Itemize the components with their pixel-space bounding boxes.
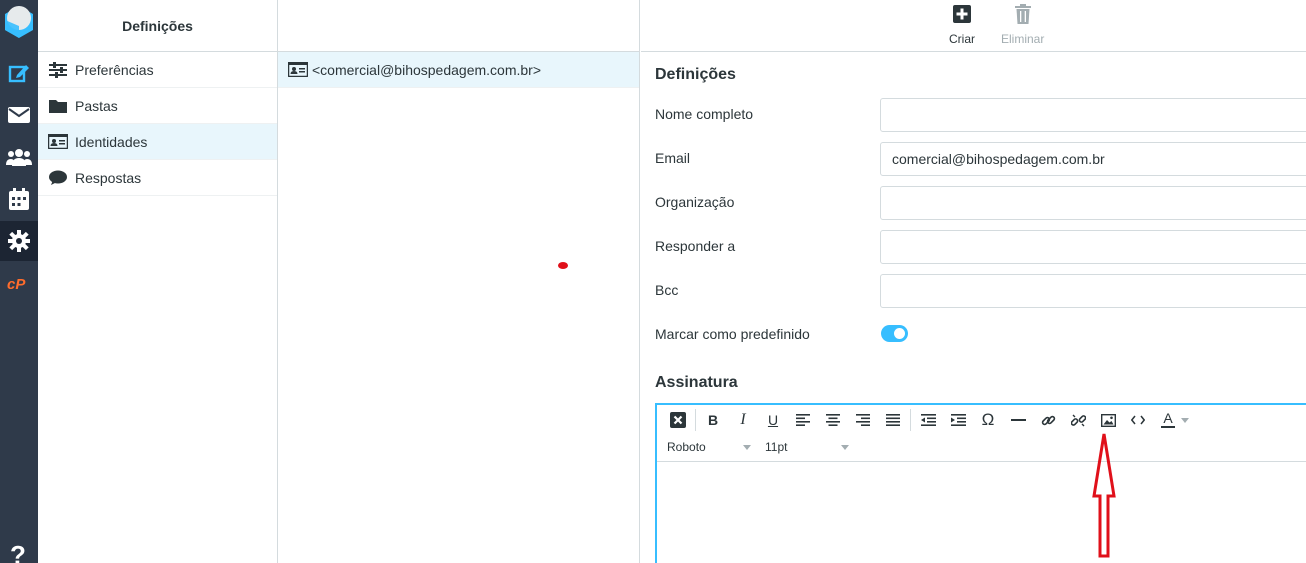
email-input[interactable] <box>880 142 1306 176</box>
link-icon[interactable] <box>1033 408 1063 432</box>
align-right-icon[interactable] <box>848 408 878 432</box>
create-button-label: Criar <box>949 32 975 46</box>
organization-row: Organização <box>655 186 1306 220</box>
comment-icon <box>48 169 68 187</box>
identity-edit-panel: Criar Eliminar Definições Nome completo … <box>641 0 1306 563</box>
trash-icon <box>1014 3 1031 25</box>
settings-item-identities[interactable]: Identidades <box>38 124 277 160</box>
horizontal-rule-icon[interactable] <box>1003 408 1033 432</box>
identity-list-item[interactable]: <comercial@bihospedagem.com.br> <box>278 52 639 88</box>
settings-item-label: Identidades <box>75 133 148 150</box>
font-size-select[interactable]: 11pt <box>765 440 849 454</box>
identity-label: <comercial@bihospedagem.com.br> <box>312 61 541 78</box>
identity-form: Definições Nome completo Email Organizaç… <box>655 66 1306 391</box>
bcc-row: Bcc <box>655 274 1306 308</box>
align-center-icon[interactable] <box>818 408 848 432</box>
plus-square-icon <box>953 3 971 25</box>
email-label: Email <box>655 150 691 166</box>
identities-list-panel: <comercial@bihospedagem.com.br> <box>278 0 640 563</box>
reply-to-row: Responder a <box>655 230 1306 264</box>
bcc-input[interactable] <box>880 274 1306 308</box>
create-button[interactable]: Criar <box>949 3 975 46</box>
default-label: Marcar como predefinido <box>655 326 810 342</box>
content-toolbar: Criar Eliminar <box>641 0 1306 52</box>
settings-sections-panel: Definições Preferências Pastas Identidad… <box>38 0 278 563</box>
bold-icon[interactable]: B <box>698 408 728 432</box>
source-code-icon[interactable] <box>1123 408 1153 432</box>
settings-icon[interactable] <box>0 221 38 261</box>
delete-button-label: Eliminar <box>1001 32 1045 46</box>
folder-icon <box>48 97 68 115</box>
settings-item-folders[interactable]: Pastas <box>38 88 277 124</box>
cpanel-icon[interactable]: cP <box>0 263 38 303</box>
font-size-value: 11pt <box>765 440 788 454</box>
email-row: Email <box>655 142 1306 176</box>
editor-toolbar: B I U Ω A Roboto 11pt <box>657 405 1306 462</box>
settings-item-responses[interactable]: Respostas <box>38 160 277 196</box>
font-family-select[interactable]: Roboto <box>667 440 751 454</box>
font-family-value: Roboto <box>667 440 706 454</box>
delete-button[interactable]: Eliminar <box>1001 3 1044 46</box>
unlink-icon[interactable] <box>1063 408 1093 432</box>
bcc-label: Bcc <box>655 282 679 298</box>
name-input[interactable] <box>880 98 1306 132</box>
settings-item-label: Preferências <box>75 61 154 78</box>
compose-icon[interactable] <box>0 53 38 93</box>
annotation-dot <box>558 262 568 269</box>
default-row: Marcar como predefinido <box>655 318 1306 352</box>
special-char-icon[interactable]: Ω <box>973 408 1003 432</box>
sliders-icon <box>48 61 68 79</box>
outdent-icon[interactable] <box>913 408 943 432</box>
organization-input[interactable] <box>880 186 1306 220</box>
calendar-icon[interactable] <box>0 179 38 219</box>
text-color-icon[interactable]: A <box>1153 408 1195 432</box>
logo-icon <box>3 4 35 40</box>
mail-icon[interactable] <box>0 95 38 135</box>
annotation-arrow <box>1092 433 1116 558</box>
align-justify-icon[interactable] <box>878 408 908 432</box>
id-card-icon <box>288 62 308 77</box>
image-icon[interactable] <box>1093 408 1123 432</box>
html-mode-icon[interactable] <box>663 408 693 432</box>
settings-panel-title: Definições <box>38 0 277 52</box>
signature-body[interactable] <box>657 462 1306 562</box>
identities-list-header <box>278 0 639 52</box>
reply-to-input[interactable] <box>880 230 1306 264</box>
settings-item-label: Respostas <box>75 169 142 186</box>
help-icon[interactable]: ? <box>10 540 26 563</box>
name-row: Nome completo <box>655 98 1306 132</box>
indent-icon[interactable] <box>943 408 973 432</box>
organization-label: Organização <box>655 194 735 210</box>
app-nav-rail: cP ? <box>0 0 38 563</box>
reply-to-label: Responder a <box>655 238 736 254</box>
settings-section-title: Definições <box>655 66 736 83</box>
italic-icon[interactable]: I <box>728 408 758 432</box>
default-toggle[interactable] <box>881 325 908 342</box>
settings-item-preferences[interactable]: Preferências <box>38 52 277 88</box>
signature-section-title: Assinatura <box>655 374 738 391</box>
contacts-icon[interactable] <box>0 137 38 177</box>
align-left-icon[interactable] <box>788 408 818 432</box>
id-card-icon <box>48 133 68 151</box>
underline-icon[interactable]: U <box>758 408 788 432</box>
signature-editor: B I U Ω A Roboto 11pt <box>655 403 1306 563</box>
settings-item-label: Pastas <box>75 97 118 114</box>
name-label: Nome completo <box>655 106 754 122</box>
svg-text:cP: cP <box>7 276 26 291</box>
